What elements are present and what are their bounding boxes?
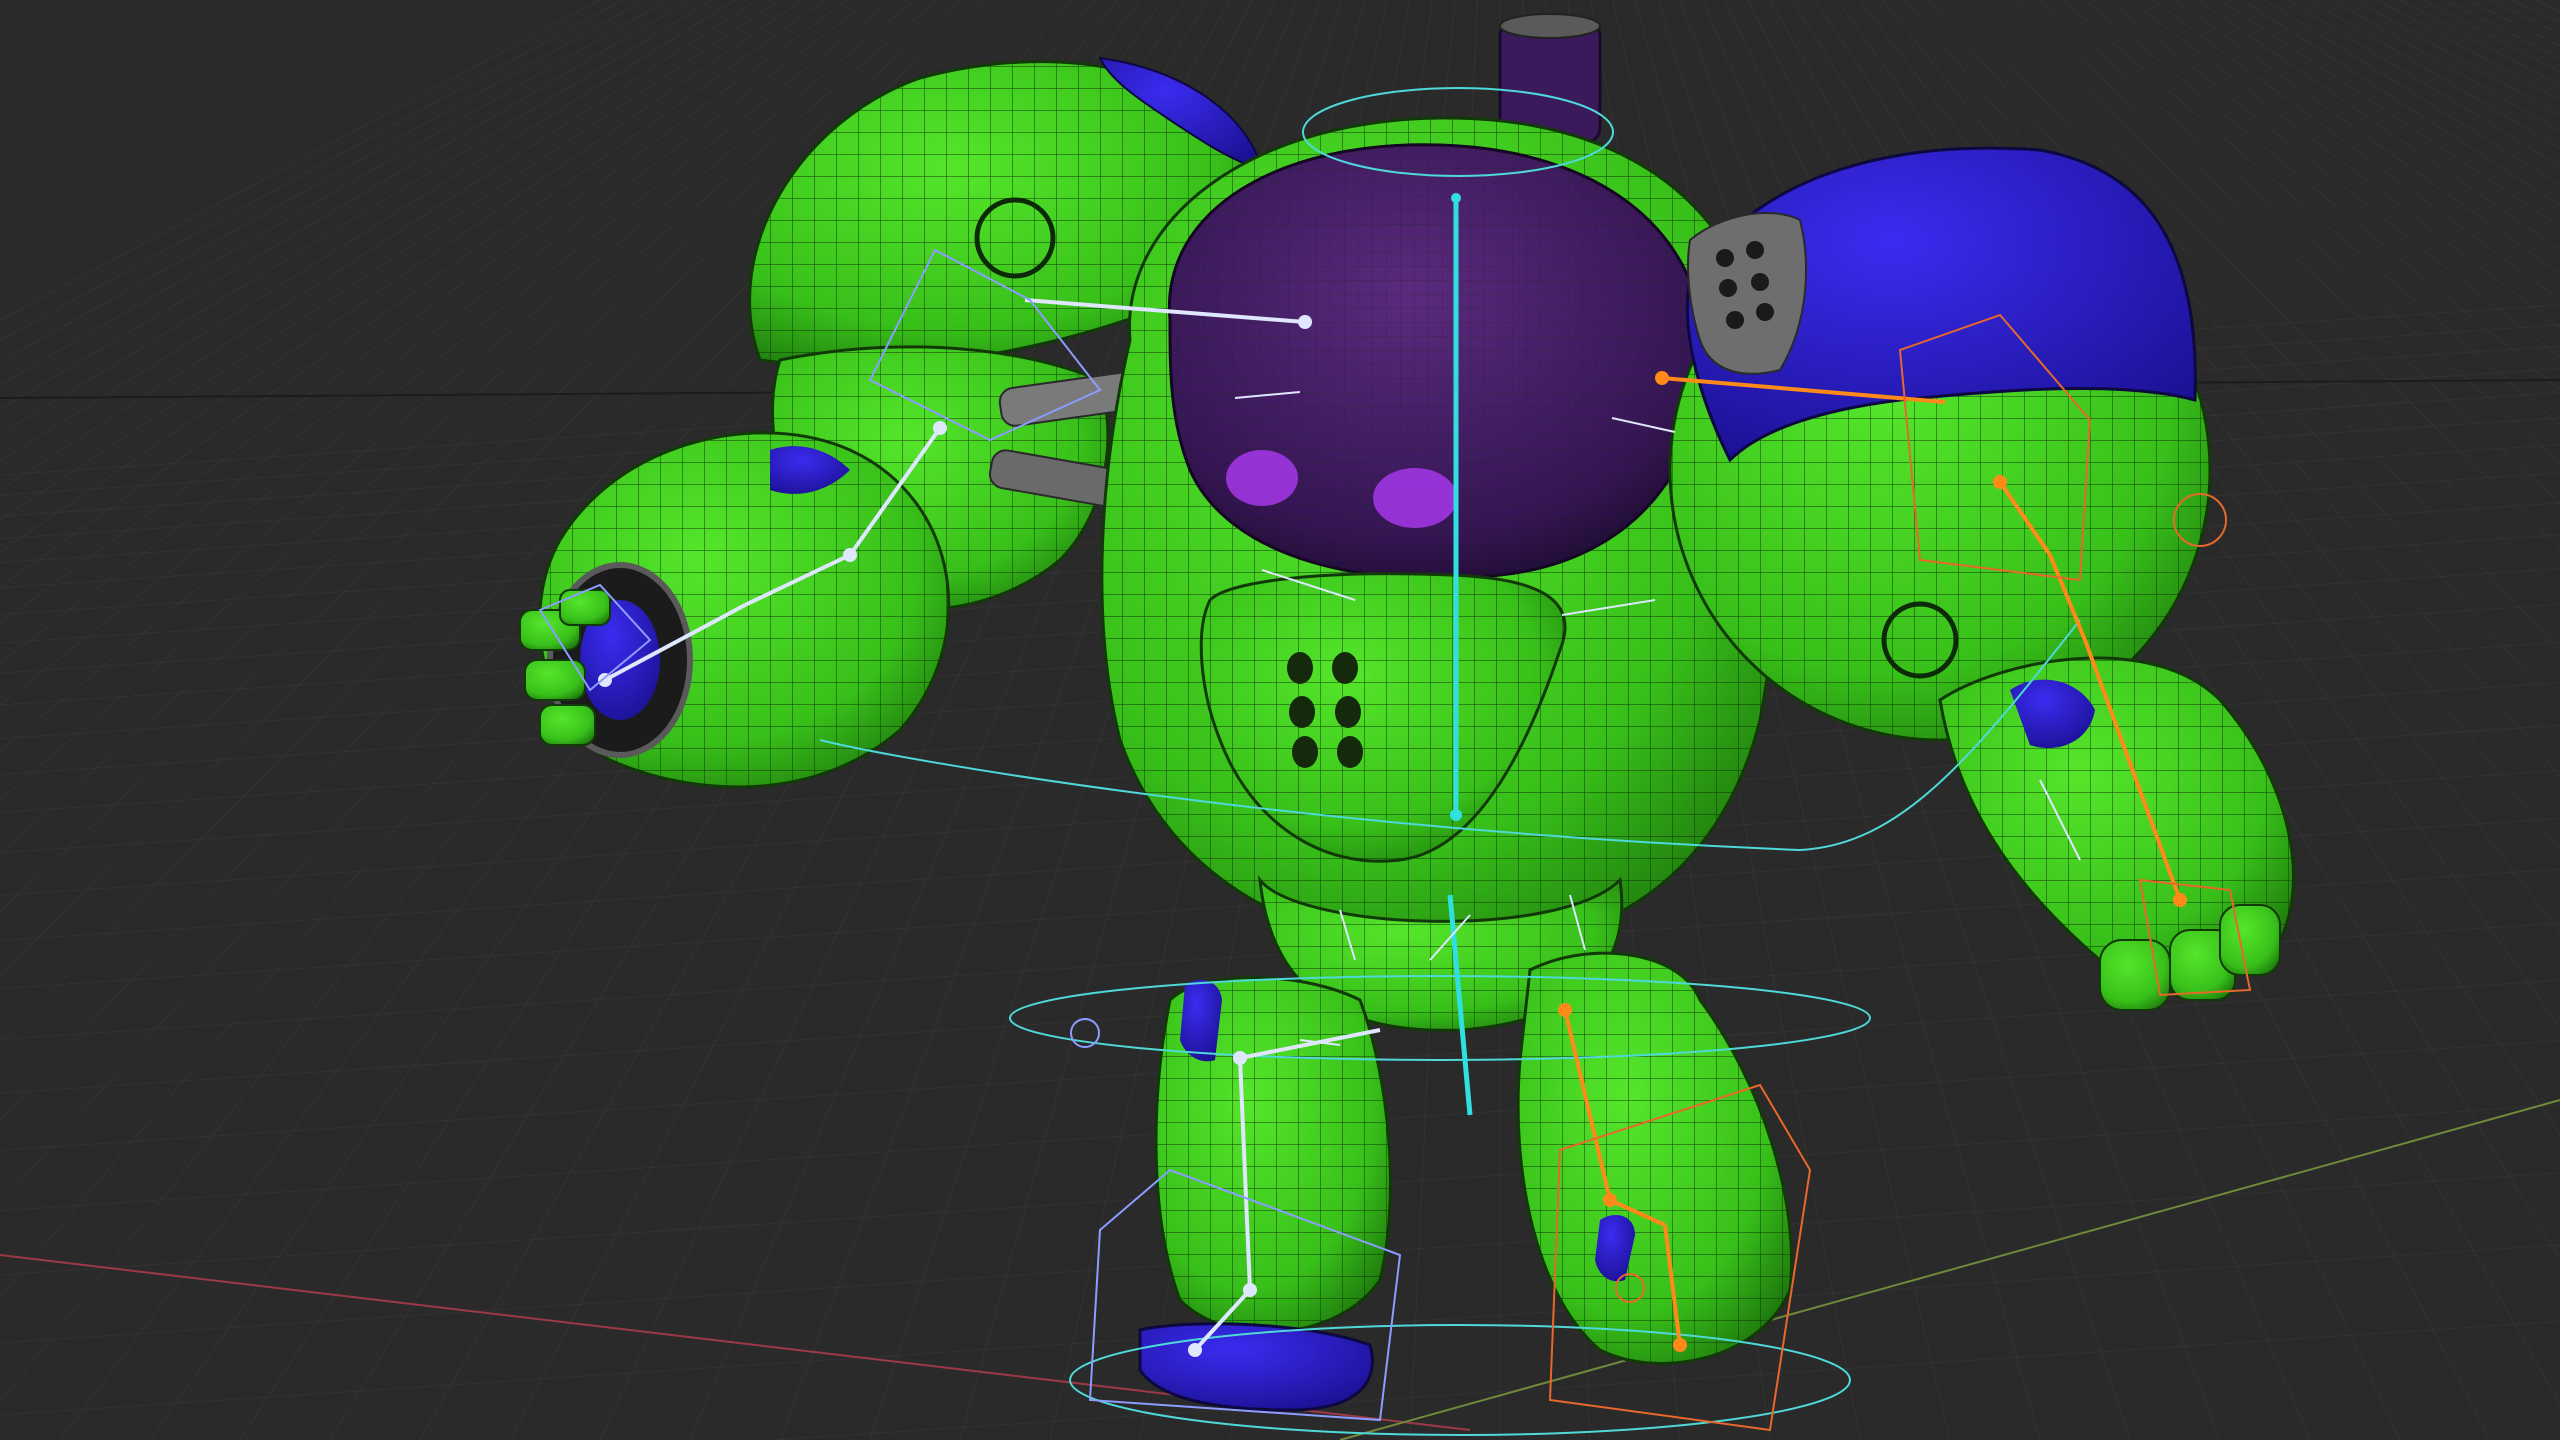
- right-eye-marker: [1373, 468, 1457, 528]
- spine-joint-top[interactable]: [1451, 193, 1461, 203]
- grid-line: [2354, 0, 2560, 116]
- 3d-viewport[interactable]: [0, 0, 2560, 1440]
- right-arm-mesh[interactable]: [1668, 146, 2295, 1011]
- grid-line: [2467, 0, 2560, 47]
- grid-line: [2219, 0, 2560, 228]
- left-knee-blue: [1180, 980, 1222, 1062]
- left-leg-mesh[interactable]: [1138, 976, 1392, 1412]
- grid-line: [2512, 0, 2560, 24]
- antenna-cap: [1499, 13, 1601, 39]
- grid-line: [2422, 0, 2560, 73]
- right-shoulder-grey-panel: [1687, 211, 1807, 375]
- left-eye-marker: [1226, 450, 1298, 506]
- left-knee-pole-target[interactable]: [1070, 1018, 1100, 1048]
- left-foot[interactable]: [1138, 1322, 1374, 1412]
- grid-line: [0, 0, 601, 321]
- grid-line: [2264, 0, 2560, 186]
- grid-line: [2377, 0, 2560, 101]
- grid-line: [2489, 0, 2560, 35]
- grid-line: [2399, 0, 2560, 86]
- grid-line: [2287, 0, 2560, 167]
- spine-joint-bottom[interactable]: [1450, 809, 1462, 821]
- viewport-scene[interactable]: [0, 0, 2560, 1440]
- grid-line: [2444, 0, 2560, 59]
